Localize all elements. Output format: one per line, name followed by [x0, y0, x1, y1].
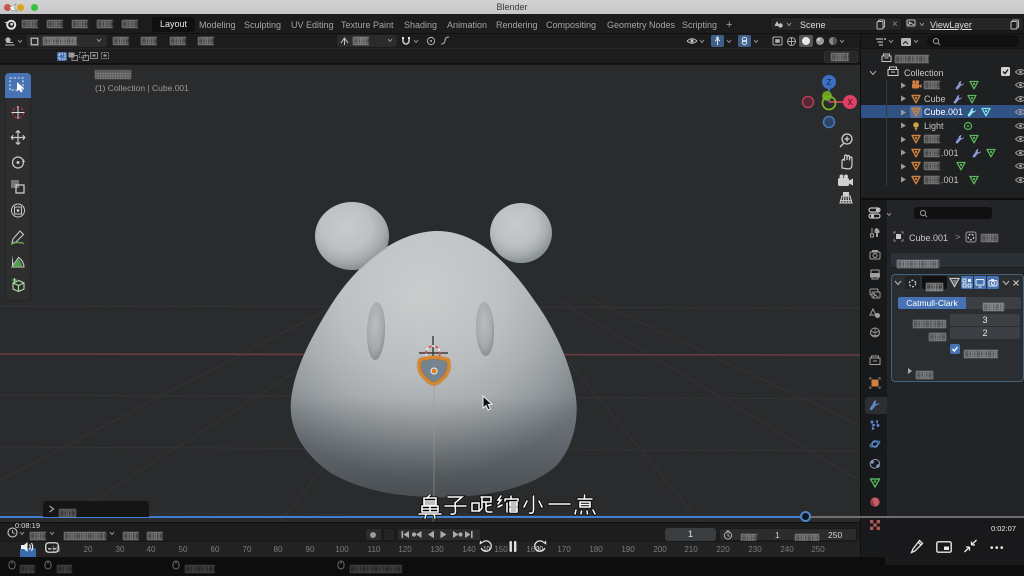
svg-text:Z: Z: [827, 78, 832, 87]
svg-text:X: X: [847, 98, 853, 107]
